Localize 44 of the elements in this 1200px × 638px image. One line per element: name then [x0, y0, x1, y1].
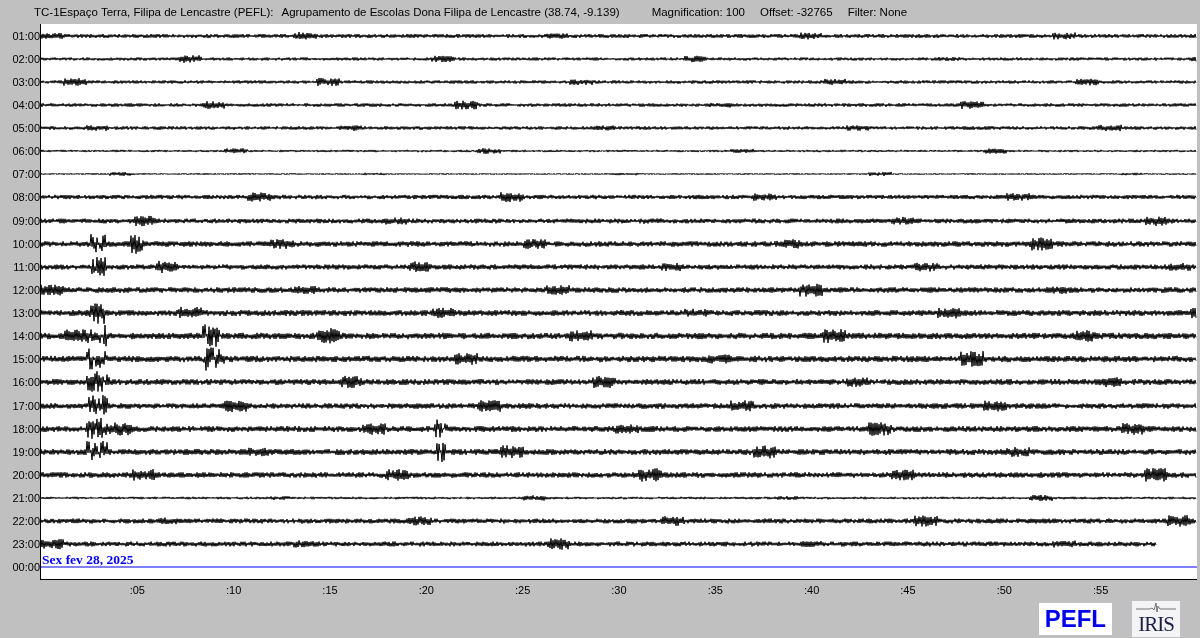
minute-tick-label: :45 — [899, 584, 917, 596]
minute-tick-label: :05 — [128, 584, 146, 596]
hour-label: 12:00 — [11, 282, 41, 298]
magnification-label: Magnification: 100 — [651, 6, 745, 18]
wave-icon — [1136, 601, 1176, 613]
hour-label: 09:00 — [11, 213, 41, 229]
hour-label: 22:00 — [11, 514, 41, 530]
station-logo: PEFL — [1038, 603, 1112, 635]
station-name: TC-1Espaço Terra, Filipa de Lencastre (PEFL): — [34, 6, 274, 18]
hour-label: 19:00 — [11, 444, 41, 460]
hour-label: 02:00 — [11, 51, 41, 67]
minute-tick-label: :25 — [514, 584, 532, 596]
hour-label: 14:00 — [11, 329, 41, 345]
hour-label: 16:00 — [11, 375, 41, 391]
minute-tick-label: :50 — [995, 584, 1013, 596]
hour-label: 10:00 — [11, 236, 41, 252]
date-label: Sex fev 28, 2025 — [42, 552, 134, 566]
hour-label: 00:00 — [11, 560, 41, 576]
minute-tick-label: :15 — [321, 584, 339, 596]
hour-label: 13:00 — [11, 306, 41, 322]
logo-text: IRIS — [1138, 613, 1174, 635]
hour-label: 07:00 — [11, 167, 41, 183]
hour-label: 20:00 — [11, 467, 41, 483]
minute-tick-label: :30 — [610, 584, 628, 596]
hour-label: 21:00 — [11, 491, 41, 507]
minute-tick-label: :35 — [706, 584, 724, 596]
hour-label: 08:00 — [11, 190, 41, 206]
hour-label: 04:00 — [11, 97, 41, 113]
minute-tick-label: :40 — [802, 584, 821, 596]
hour-label: 03:00 — [11, 74, 41, 90]
hour-label: 05:00 — [11, 121, 41, 137]
hour-label: 06:00 — [11, 144, 41, 160]
filter-label: Filter: None — [847, 6, 908, 18]
hour-label: 15:00 — [11, 352, 41, 368]
minute-tick-label: :20 — [417, 584, 435, 596]
minute-tick-label: :55 — [1091, 584, 1110, 596]
hour-label: 23:00 — [11, 537, 41, 553]
minute-tick-label: :10 — [225, 584, 243, 596]
offset-label: Offset: -32765 — [760, 6, 833, 18]
hour-label: 17:00 — [11, 398, 41, 414]
hour-label: 01:00 — [11, 28, 41, 44]
hour-label: 11:00 — [12, 259, 41, 275]
hour-label: 18:00 — [11, 421, 41, 437]
site-name: Agrupamento de Escolas Dona Filipa de Lencastre (38.74, -9.139) — [281, 6, 620, 18]
